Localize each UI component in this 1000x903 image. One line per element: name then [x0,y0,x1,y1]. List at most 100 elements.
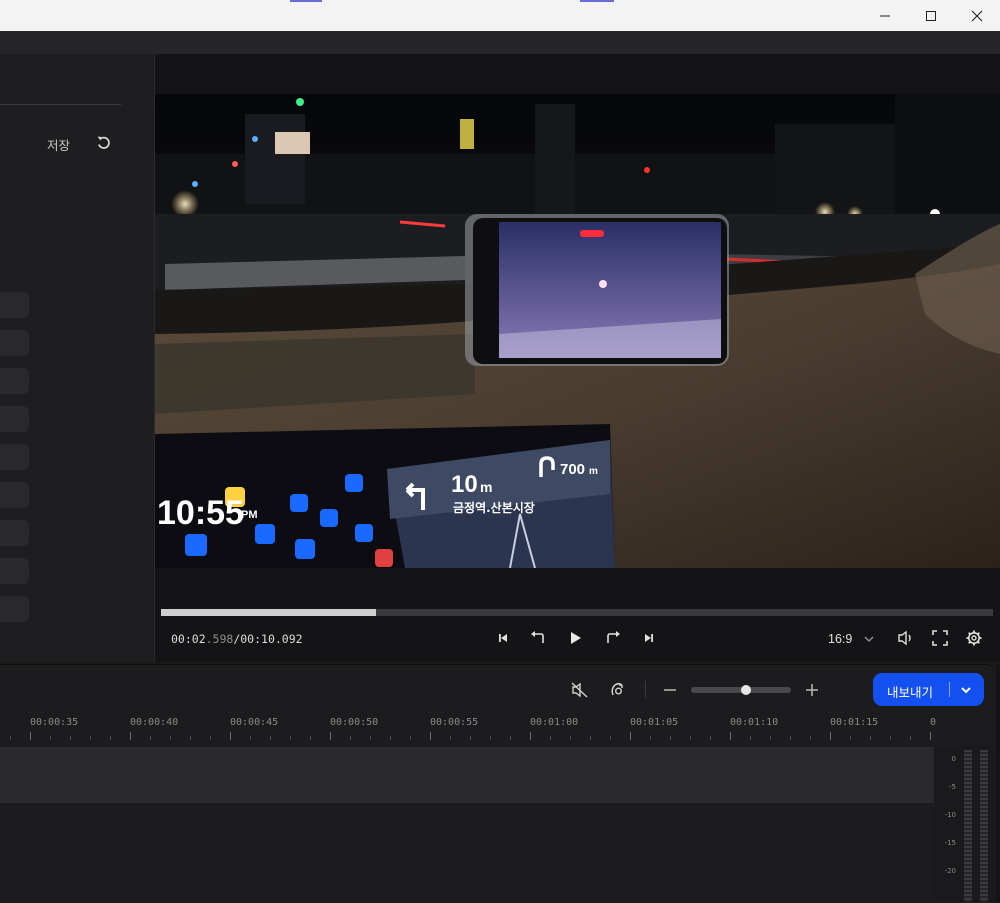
minus-icon [664,689,676,691]
timeline-track[interactable] [0,747,934,803]
snap-button[interactable] [608,680,628,700]
ruler-label: 00:00:50 [330,717,379,728]
zoom-in-button[interactable] [802,680,822,700]
undo-icon[interactable] [95,134,113,152]
ruler-tick-minor [390,736,391,740]
skip-start-button[interactable] [493,628,513,648]
meter-bar-right [980,750,988,902]
ruler-tick-minor [210,736,211,740]
aspect-ratio-select[interactable]: 16:9 [828,632,852,646]
nav-street: 금정역.산본시장 [453,500,535,515]
ruler-tick-minor [750,736,751,740]
minimize-button[interactable] [862,0,908,31]
ruler-tick-major [730,732,731,740]
ruler-tick-minor [850,736,851,740]
ruler-tick-minor [770,736,771,740]
aspect-dropdown[interactable] [859,629,879,649]
phone-mount [465,214,729,366]
maximize-button[interactable] [908,0,954,31]
window-edge [996,664,1000,902]
list-item[interactable] [0,330,29,356]
current-time: 00:02 [171,632,206,646]
magnet-icon [611,682,623,696]
list-item[interactable] [0,368,29,394]
ruler-label: 00:01:05 [630,717,679,728]
zoom-out-button[interactable] [660,680,680,700]
ruler-tick-minor [490,736,491,740]
ruler-tick-minor [50,736,51,740]
ruler-tick-minor [150,736,151,740]
maximize-icon [926,10,936,21]
zoom-slider-thumb[interactable] [741,685,751,695]
export-button[interactable]: 내보내기 [873,673,984,706]
dashboard-clock: 10:55 [157,494,244,532]
skip-end-icon [645,634,653,642]
ruler-label: 00:01:15 [830,717,879,728]
ruler-tick-major [130,732,131,740]
minimize-icon [880,15,890,16]
fullscreen-button[interactable] [930,628,950,648]
ruler-tick-minor [690,736,691,740]
video-preview[interactable]: 10:55 PM 10 m 금정역.산본시장 700 m [155,94,1000,568]
close-button[interactable] [954,0,1000,31]
ruler-tick-minor [370,736,371,740]
save-button[interactable]: 저장 [47,135,70,154]
title-accent [290,0,322,2]
current-ms: .598 [205,632,234,646]
ruler-label: 00:00:40 [130,717,179,728]
title-accent [580,0,614,2]
list-item[interactable] [0,520,29,546]
ruler-tick-major [230,732,231,740]
settings-button[interactable] [964,628,984,648]
ruler-tick-minor [910,736,911,740]
list-item[interactable] [0,292,29,318]
volume-button[interactable] [896,628,916,648]
mute-icon [571,682,588,698]
meter-scale-label: -10 [944,811,956,819]
ruler-tick-minor [170,736,171,740]
ruler-tick-minor [790,736,791,740]
ruler-tick-minor [710,736,711,740]
list-item[interactable] [0,558,29,584]
nav-unit: m [480,479,492,495]
close-icon [971,10,983,21]
ruler-tick-major [630,732,631,740]
list-item[interactable] [0,406,29,432]
ruler-tick-major [430,732,431,740]
chevron-down-icon [961,687,971,694]
ruler-tick-minor [70,736,71,740]
ruler-tick-minor [450,736,451,740]
ruler-tick-minor [810,736,811,740]
nav-next-unit: m [589,466,598,477]
progress-fill [161,609,376,616]
rewind-icon [531,631,544,643]
left-panel: 저장 [0,54,154,662]
ruler-tick-minor [290,736,291,740]
timecode: 00:02.598/00:10.092 [171,632,303,646]
ruler-tick-major [30,732,31,740]
list-item[interactable] [0,596,29,622]
list-item[interactable] [0,482,29,508]
ruler-tick-minor [190,736,191,740]
meter-scale-label: -20 [944,867,956,875]
forward-button[interactable] [604,628,624,648]
skip-start-icon [499,634,507,642]
list-item[interactable] [0,444,29,470]
forward-icon [607,631,620,643]
ruler-tick-minor [350,736,351,740]
ruler-tick-minor [410,736,411,740]
chevron-down-icon [864,636,874,642]
mute-track-button[interactable] [570,680,590,700]
play-icon [571,632,581,644]
export-separator [949,682,950,697]
ruler-tick-minor [510,736,511,740]
play-button[interactable] [565,628,585,648]
rewind-button[interactable] [527,628,547,648]
skip-end-button[interactable] [639,628,659,648]
fullscreen-icon [932,630,948,646]
ruler-tick-major [330,732,331,740]
ruler-tick-minor [110,736,111,740]
ruler-label: 00:00:35 [30,717,79,728]
ruler-tick-minor [550,736,551,740]
export-label: 내보내기 [887,686,934,700]
